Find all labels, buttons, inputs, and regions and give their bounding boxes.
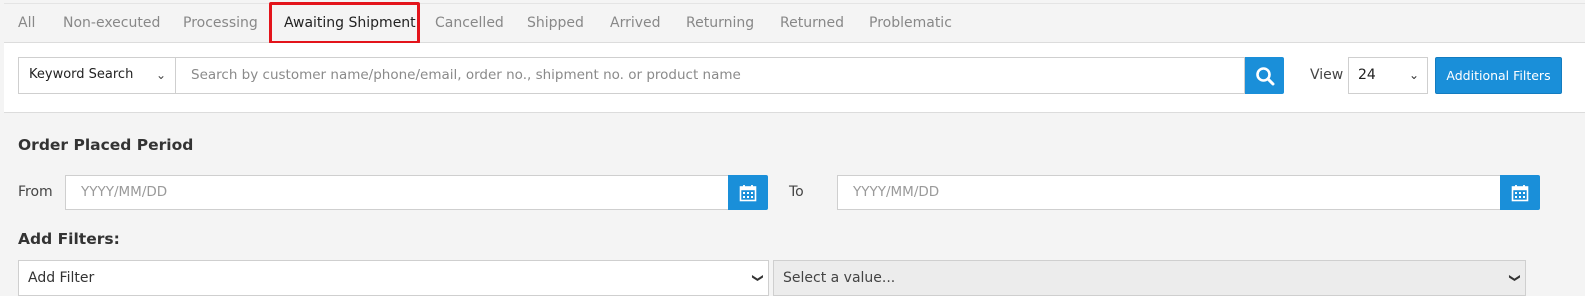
add-filter-select[interactable]: Add Filter ❯ — [18, 260, 769, 296]
orders-page: All Non-executed Processing Awaiting Shi… — [0, 0, 1585, 296]
tab-all[interactable]: All — [18, 4, 35, 43]
search-input[interactable]: Search by customer name/phone/email, ord… — [175, 57, 1245, 94]
search-icon — [1255, 66, 1274, 85]
view-label: View — [1310, 67, 1344, 83]
tab-returning[interactable]: Returning — [686, 4, 754, 43]
view-count-select[interactable]: 24 ⌄ — [1348, 57, 1428, 94]
status-tabs: All Non-executed Processing Awaiting Shi… — [4, 3, 1585, 43]
add-filter-value: Add Filter — [28, 270, 95, 286]
tab-returned[interactable]: Returned — [780, 4, 844, 43]
chevron-down-icon: ⌄ — [1408, 68, 1419, 82]
tab-arrived[interactable]: Arrived — [610, 4, 661, 43]
chevron-down-icon: ❯ — [751, 273, 765, 283]
calendar-icon — [739, 184, 757, 201]
to-date-input[interactable]: YYYY/MM/DD — [837, 175, 1502, 210]
from-calendar-button[interactable] — [728, 175, 768, 210]
view-count-value: 24 — [1358, 67, 1376, 83]
add-filters-title: Add Filters: — [18, 230, 120, 248]
filter-value-select[interactable]: Select a value... ❯ — [773, 260, 1526, 296]
search-bar: Keyword Search ⌄ Search by customer name… — [4, 43, 1585, 113]
additional-filters-button[interactable]: Additional Filters — [1435, 57, 1562, 94]
chevron-down-icon: ⌄ — [155, 68, 166, 82]
to-calendar-button[interactable] — [1500, 175, 1540, 210]
order-placed-period-title: Order Placed Period — [18, 136, 194, 154]
tab-processing[interactable]: Processing — [183, 4, 258, 43]
search-type-select[interactable]: Keyword Search ⌄ — [18, 57, 176, 94]
tab-problematic[interactable]: Problematic — [869, 4, 952, 43]
calendar-icon — [1511, 184, 1529, 201]
active-tab-highlight — [269, 2, 420, 44]
search-type-label: Keyword Search — [29, 67, 134, 82]
chevron-down-icon: ❯ — [1508, 273, 1522, 283]
tab-cancelled[interactable]: Cancelled — [435, 4, 504, 43]
filter-value-placeholder: Select a value... — [783, 270, 896, 286]
tab-shipped[interactable]: Shipped — [527, 4, 584, 43]
to-label: To — [789, 184, 804, 200]
tab-non-executed[interactable]: Non-executed — [63, 4, 160, 43]
search-button[interactable] — [1245, 57, 1284, 94]
from-date-input[interactable]: YYYY/MM/DD — [65, 175, 729, 210]
from-label: From — [18, 184, 53, 200]
